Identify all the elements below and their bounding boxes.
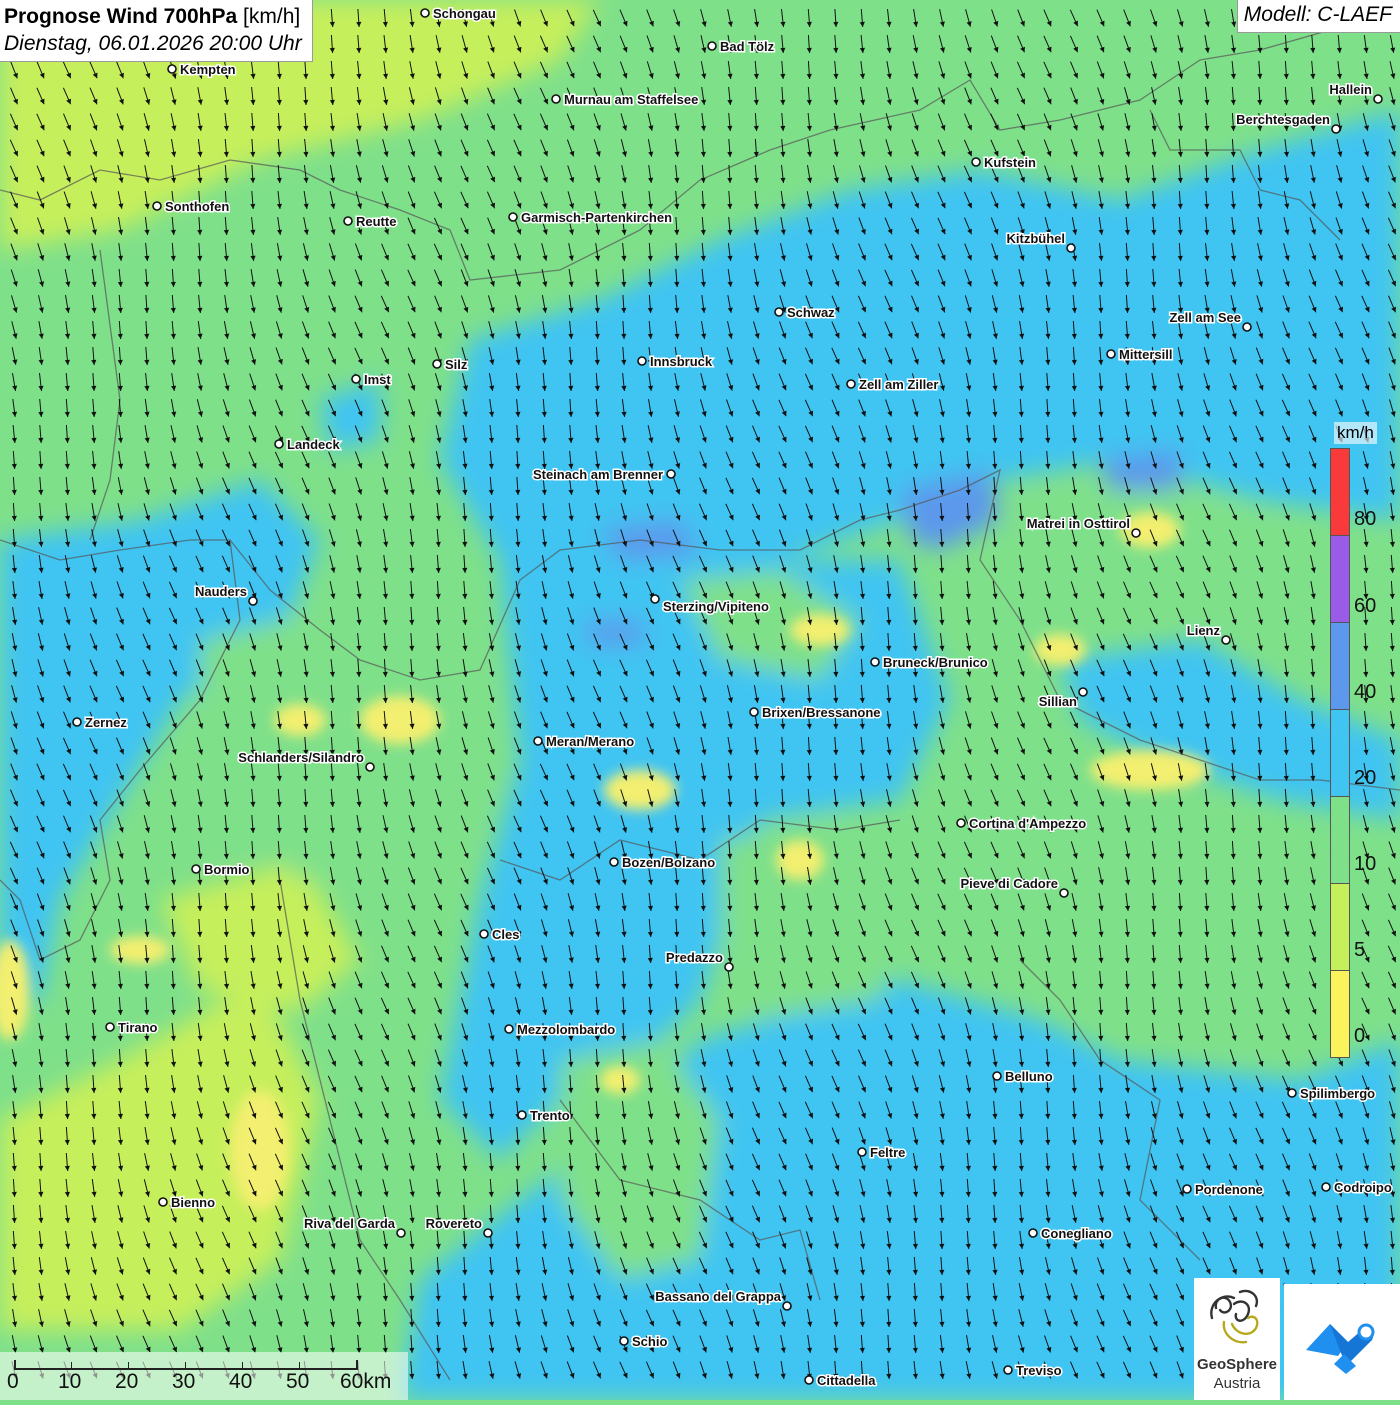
wind-zone-40-60-sterzing [585, 620, 645, 645]
wind-zone-0-5 [776, 840, 824, 880]
wind-zone-0-5 [360, 696, 440, 744]
wind-zone-0-5 [604, 770, 676, 810]
wind-zone-0-5 [1034, 634, 1086, 666]
wind-zone-0-5 [600, 1066, 640, 1094]
wind-zone-0-5 [790, 614, 850, 646]
wind-map[interactable]: SchongauBad TölzKemptenHalleinMurnau am … [0, 0, 1400, 1400]
wind-zone-0-5 [274, 704, 326, 736]
wind-zone-0-5 [1090, 750, 1210, 790]
